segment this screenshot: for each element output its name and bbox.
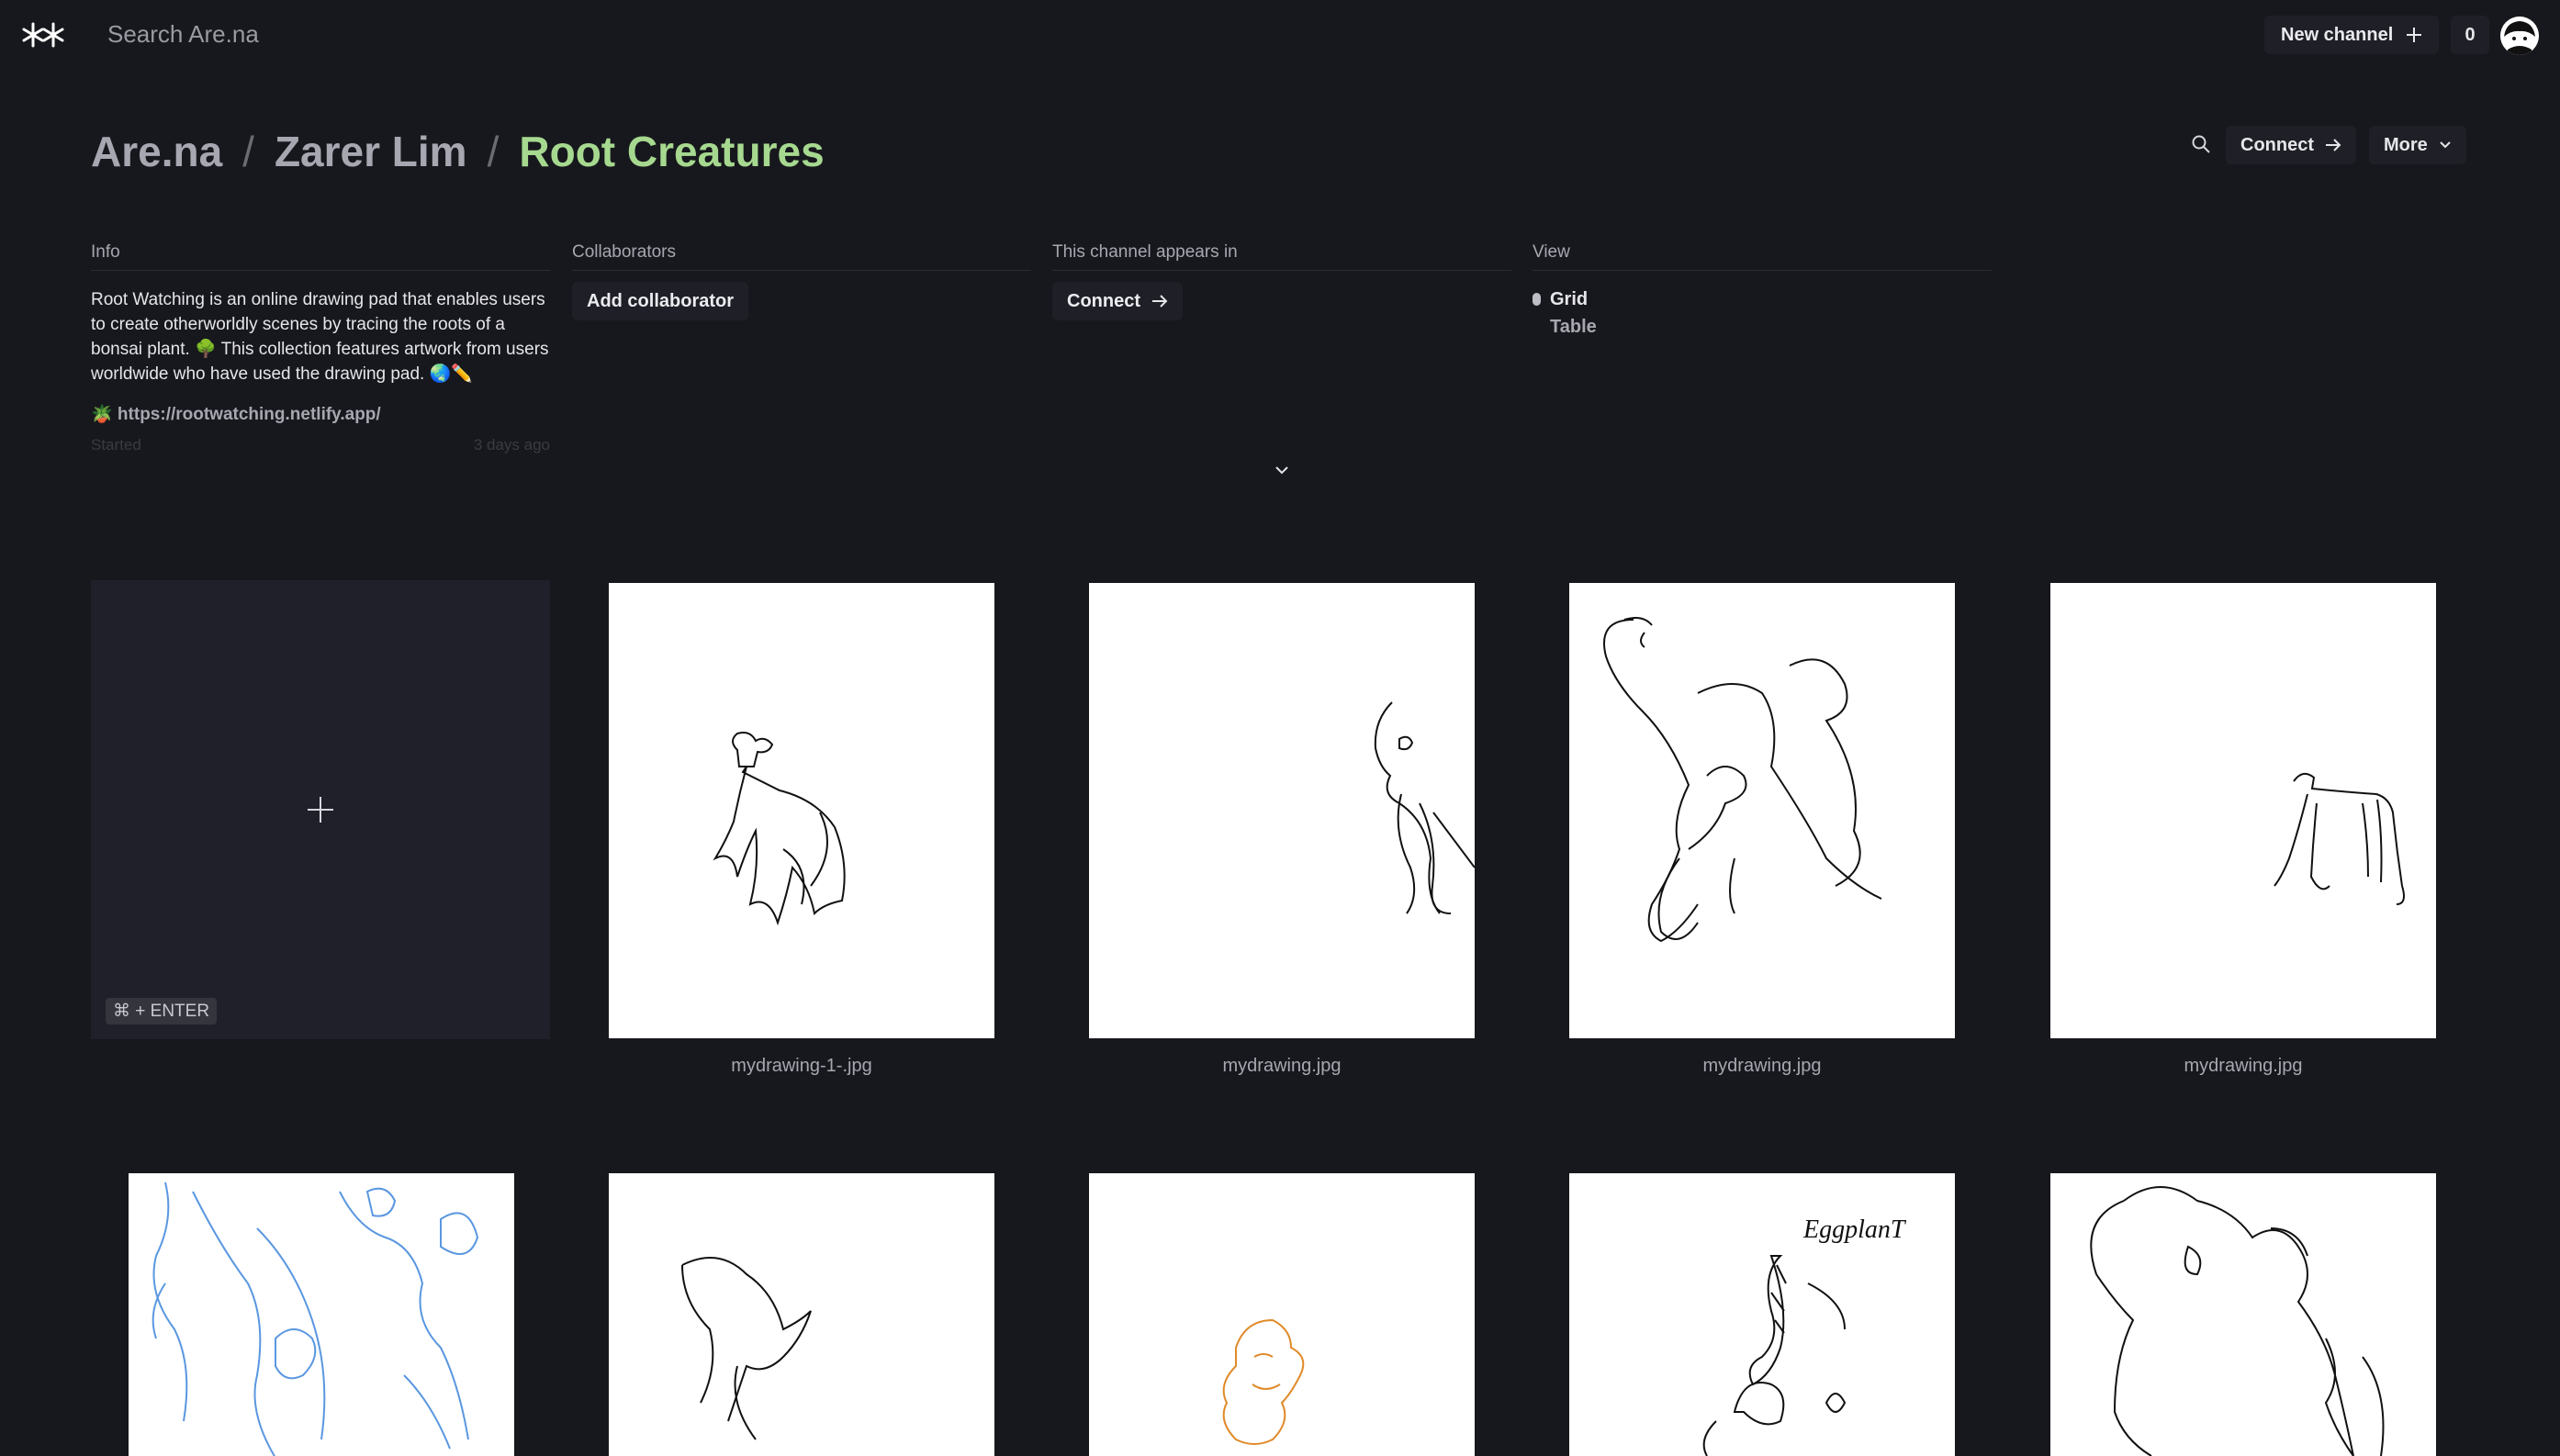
drawing-thumbnail: EggplanT	[1702, 1215, 1907, 1456]
view-option-table[interactable]: Table	[1533, 313, 1992, 341]
meta-time: 3 days ago	[473, 436, 550, 454]
expand-chevron-icon[interactable]	[1271, 459, 1293, 481]
drawing-thumbnail	[152, 1182, 479, 1456]
connect-label: Connect	[2240, 134, 2314, 155]
drawing-thumbnail	[1603, 617, 1882, 943]
view-section: View Grid Table	[1533, 242, 1992, 341]
drawing-annotation: EggplanT	[1802, 1215, 1907, 1244]
collaborators-section: Collaborators Add collaborator	[572, 242, 1031, 320]
add-collaborator-button[interactable]: Add collaborator	[572, 282, 749, 320]
breadcrumb-arena-link[interactable]: Are.na	[91, 127, 222, 176]
block-title[interactable]: mydrawing-1-.jpg	[609, 1056, 994, 1077]
info-heading: Info	[91, 242, 550, 271]
avatar[interactable]	[2500, 17, 2539, 55]
arrow-right-icon	[1152, 295, 1168, 308]
drawing-thumbnail	[1374, 701, 1475, 914]
avatar-image-icon	[2500, 17, 2539, 55]
channel-meta: Started 3 days ago	[91, 436, 550, 454]
block-card[interactable]	[129, 1173, 514, 1456]
shortcut-hint: ⌘ + ENTER	[106, 998, 218, 1025]
breadcrumb-owner-link[interactable]: Zarer Lim	[275, 127, 467, 176]
view-options: Grid Table	[1533, 286, 1992, 341]
block-title[interactable]: mydrawing.jpg	[2050, 1056, 2436, 1077]
drawing-thumbnail	[681, 1257, 812, 1440]
block-card[interactable]: EggplanT	[1569, 1173, 1955, 1456]
meta-started: Started	[91, 436, 141, 454]
arena-logo-icon[interactable]	[22, 18, 64, 51]
channel-description: Root Watching is an online drawing pad t…	[91, 290, 549, 384]
appears-in-heading: This channel appears in	[1052, 242, 1511, 271]
appears-in-connect-button[interactable]: Connect	[1052, 282, 1183, 320]
page-title[interactable]: Root Creatures	[519, 127, 824, 176]
channel-link[interactable]: 🪴 https://rootwatching.netlify.app/	[91, 403, 550, 425]
new-channel-label: New channel	[2281, 24, 2394, 45]
info-section: Info Root Watching is an online drawing …	[91, 242, 550, 454]
new-channel-button[interactable]: New channel	[2264, 16, 2440, 54]
block-title[interactable]: mydrawing.jpg	[1089, 1056, 1475, 1077]
more-label: More	[2384, 134, 2428, 155]
drawing-thumbnail	[2274, 772, 2405, 905]
block-card[interactable]	[1089, 1173, 1475, 1456]
add-collaborator-label: Add collaborator	[587, 290, 735, 311]
add-block-tile[interactable]: ⌘ + ENTER	[91, 580, 550, 1039]
drawing-thumbnail	[713, 732, 846, 926]
block-card[interactable]	[1089, 583, 1475, 1038]
search-icon[interactable]	[2191, 134, 2211, 154]
block-title[interactable]: mydrawing.jpg	[1569, 1056, 1955, 1077]
connect-button[interactable]: Connect	[2226, 126, 2356, 164]
block-card[interactable]	[1569, 583, 1955, 1038]
appears-in-connect-label: Connect	[1067, 290, 1140, 311]
plus-icon	[308, 797, 333, 823]
view-option-label: Grid	[1550, 288, 1589, 309]
search-input[interactable]: Search Are.na	[107, 20, 259, 49]
block-card[interactable]	[2050, 1173, 2436, 1456]
collaborators-heading: Collaborators	[572, 242, 1031, 271]
breadcrumb-separator: /	[242, 128, 254, 175]
plus-icon	[2407, 28, 2422, 42]
block-card[interactable]	[609, 583, 994, 1038]
block-card[interactable]	[2050, 583, 2436, 1038]
notification-count[interactable]: 0	[2451, 16, 2489, 54]
chevron-down-icon	[2440, 141, 2451, 149]
view-option-grid[interactable]: Grid	[1533, 286, 1992, 313]
view-option-label: Table	[1550, 316, 1597, 337]
drawing-thumbnail	[2090, 1186, 2385, 1456]
breadcrumb-separator: /	[487, 128, 500, 175]
more-button[interactable]: More	[2369, 126, 2466, 164]
block-card[interactable]	[609, 1173, 994, 1456]
selected-indicator-icon	[1533, 293, 1541, 306]
drawing-thumbnail	[1222, 1318, 1305, 1445]
appears-in-section: This channel appears in Connect	[1052, 242, 1511, 320]
view-heading: View	[1533, 242, 1992, 271]
breadcrumb: Are.na / Zarer Lim / Root Creatures	[91, 127, 825, 176]
arrow-right-icon	[2326, 139, 2341, 151]
